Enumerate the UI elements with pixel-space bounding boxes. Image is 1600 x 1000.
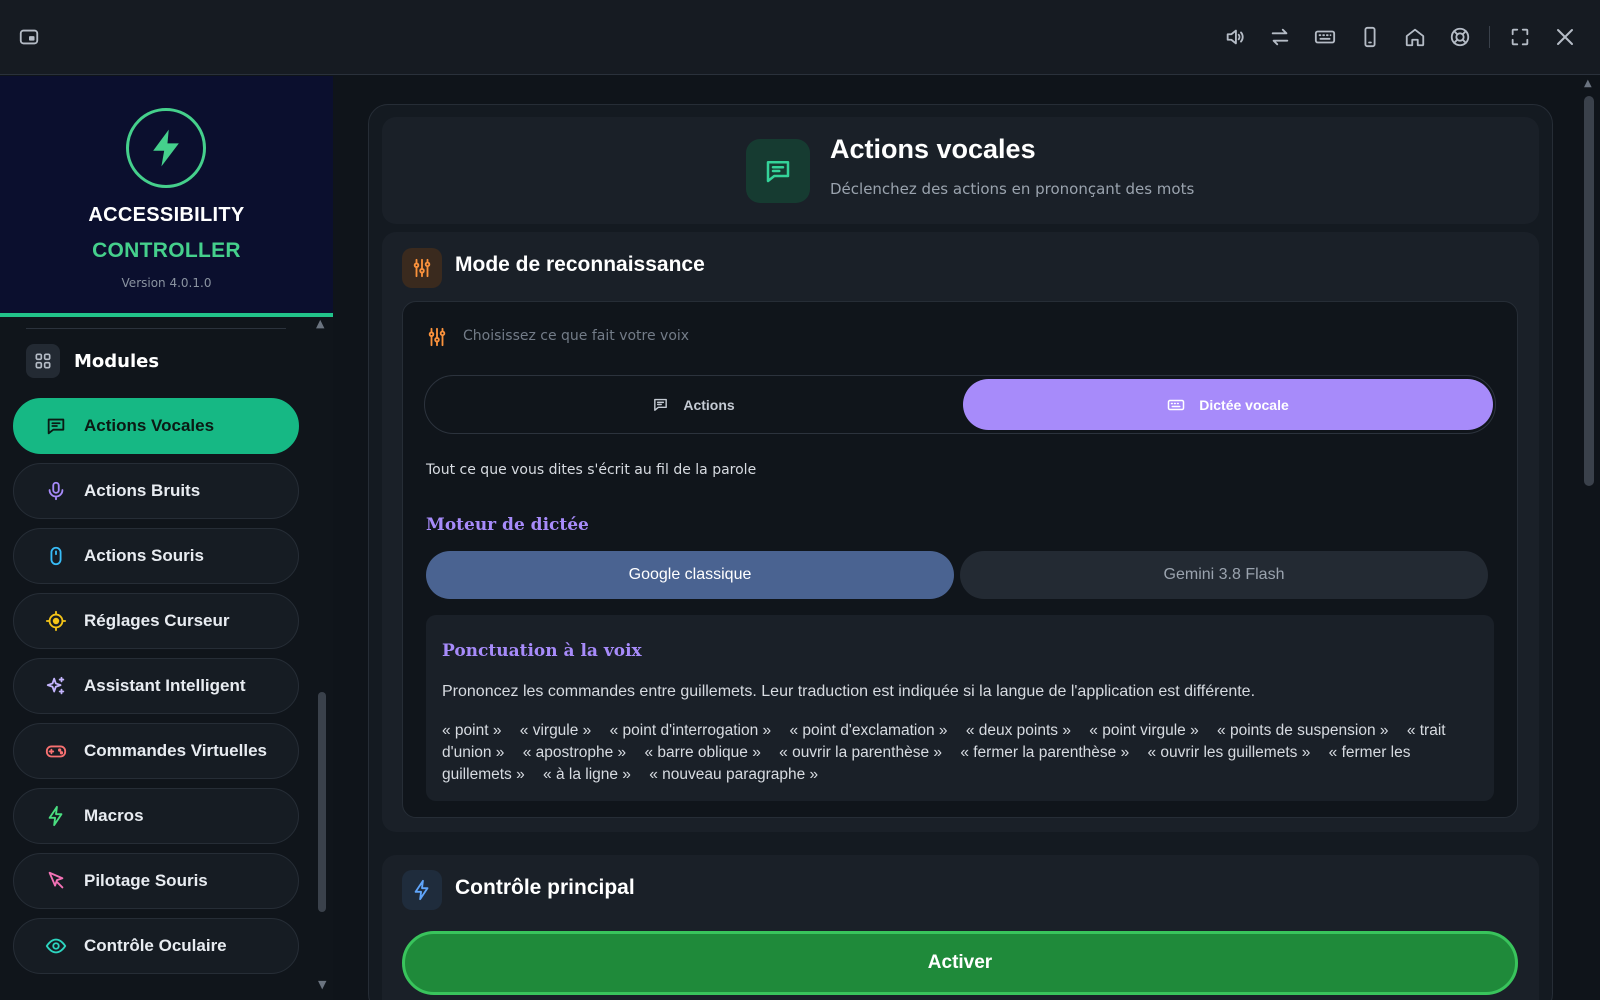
mode-actions-button[interactable]: Actions <box>428 379 958 430</box>
main-control-title: Contrôle principal <box>455 876 635 899</box>
punctuation-command: « points de suspension » <box>1217 722 1389 739</box>
punctuation-command: « ouvrir les guillemets » <box>1147 744 1311 761</box>
scroll-down-arrow-icon[interactable]: ▼ <box>318 978 326 991</box>
sidebar-item-label: Contrôle Oculaire <box>84 936 227 955</box>
modules-label: Modules <box>74 350 160 372</box>
bolt-icon <box>44 804 68 828</box>
punctuation-command: « à la ligne » <box>543 766 631 783</box>
mode-description: Tout ce que vous dites s'écrit au fil de… <box>426 462 757 478</box>
punctuation-command: « ouvrir la parenthèse » <box>779 744 942 761</box>
sidebar-item-actions-vocales[interactable]: Actions Vocales <box>13 398 299 454</box>
mode-toggle: Actions Dictée vocale <box>424 375 1496 434</box>
message-icon <box>44 414 68 438</box>
brand-subtitle: CONTROLLER <box>92 239 241 262</box>
pointer-icon <box>44 869 68 893</box>
fullscreen-icon[interactable] <box>1505 22 1535 52</box>
sidebar-item-label: Commandes Virtuelles <box>84 741 267 760</box>
modules-heading: Modules <box>26 344 159 378</box>
punctuation-command: « barre oblique » <box>644 744 761 761</box>
sliders-icon <box>402 248 442 288</box>
activate-button[interactable]: Activer <box>402 931 1518 995</box>
main-scroll-up-icon[interactable]: ▲ <box>1584 78 1592 89</box>
punctuation-command: « point d'interrogation » <box>609 722 772 739</box>
keyboard-icon[interactable] <box>1310 22 1340 52</box>
engine-google-button[interactable]: Google classique <box>426 551 954 599</box>
punctuation-command: « nouveau paragraphe » <box>649 766 819 783</box>
grid-icon <box>26 344 60 378</box>
eye-icon <box>44 934 68 958</box>
punctuation-command: « virgule » <box>519 722 592 739</box>
sidebar-item-label: Assistant Intelligent <box>84 676 246 695</box>
recognition-mode-title: Mode de reconnaissance <box>455 253 705 276</box>
sliders-icon <box>426 326 448 348</box>
punctuation-command: « fermer la parenthèse » <box>960 744 1130 761</box>
sparkles-icon <box>44 674 68 698</box>
keyboard-icon <box>1167 396 1185 414</box>
dictation-engine-title: Moteur de dictée <box>426 515 589 535</box>
mode-actions-label: Actions <box>683 396 735 413</box>
mode-helper-text: Choisissez ce que fait votre voix <box>463 328 690 344</box>
help-icon[interactable] <box>1445 22 1475 52</box>
sidebar-item-label: Actions Souris <box>84 546 204 565</box>
brand-header: ACCESSIBILITY CONTROLLER Version 4.0.1.0 <box>0 76 333 317</box>
window-controls <box>1205 22 1580 52</box>
sidebar-scrollbar[interactable] <box>318 692 326 912</box>
mode-dictation-button[interactable]: Dictée vocale <box>963 379 1493 430</box>
phone-icon[interactable] <box>1355 22 1385 52</box>
sidebar-item-pilotage-souris[interactable]: Pilotage Souris <box>13 853 299 909</box>
brand-title: ACCESSIBILITY <box>88 204 245 226</box>
punctuation-title: Ponctuation à la voix <box>442 641 642 661</box>
volume-icon[interactable] <box>1220 22 1250 52</box>
scroll-up-arrow-icon[interactable]: ▲ <box>316 317 324 330</box>
message-icon <box>651 396 669 414</box>
page-title: Actions vocales <box>830 134 1036 164</box>
punctuation-description: Prononcez les commandes entre guillemets… <box>442 683 1256 700</box>
mode-dictation-label: Dictée vocale <box>1199 396 1289 413</box>
lightning-logo-icon <box>126 108 206 188</box>
mic-icon <box>44 479 68 503</box>
sidebar-item-label: Pilotage Souris <box>84 871 208 890</box>
sidebar-item-label: Actions Bruits <box>84 481 201 500</box>
gamepad-icon <box>44 739 68 763</box>
page-subtitle: Déclenchez des actions en prononçant des… <box>830 180 1195 198</box>
punctuation-commands: « point » « virgule » « point d'interrog… <box>442 720 1452 786</box>
toolbar-separator <box>1489 26 1490 48</box>
title-bar <box>0 0 1600 75</box>
sidebar-item-reglages-curseur[interactable]: Réglages Curseur <box>13 593 299 649</box>
sidebar-item-label: Macros <box>84 806 144 825</box>
punctuation-command: « apostrophe » <box>522 744 627 761</box>
sidebar-item-label: Réglages Curseur <box>84 611 230 630</box>
mouse-icon <box>44 544 68 568</box>
punctuation-command: « point virgule » <box>1089 722 1199 739</box>
sidebar-item-macros[interactable]: Macros <box>13 788 299 844</box>
module-nav: Actions Vocales Actions Bruits Actions S… <box>13 398 299 983</box>
engine-gemini-button[interactable]: Gemini 3.8 Flash <box>960 551 1488 599</box>
sidebar-item-commandes-virtuelles[interactable]: Commandes Virtuelles <box>13 723 299 779</box>
version-label: Version 4.0.1.0 <box>121 276 212 290</box>
main-scrollbar[interactable] <box>1584 96 1594 486</box>
sidebar-item-assistant-intelligent[interactable]: Assistant Intelligent <box>13 658 299 714</box>
crosshair-icon <box>44 609 68 633</box>
sidebar-item-actions-souris[interactable]: Actions Souris <box>13 528 299 584</box>
swap-icon[interactable] <box>1265 22 1295 52</box>
sidebar-divider <box>26 328 286 329</box>
bolt-icon <box>402 870 442 910</box>
close-icon[interactable] <box>1550 22 1580 52</box>
pip-icon[interactable] <box>18 26 42 50</box>
punctuation-command: « point d'exclamation » <box>789 722 948 739</box>
punctuation-command: « deux points » <box>965 722 1071 739</box>
punctuation-command: « point » <box>442 722 502 739</box>
sidebar-item-actions-bruits[interactable]: Actions Bruits <box>13 463 299 519</box>
sidebar-item-label: Actions Vocales <box>84 416 215 435</box>
home-icon[interactable] <box>1400 22 1430 52</box>
sidebar-item-controle-oculaire[interactable]: Contrôle Oculaire <box>13 918 299 974</box>
sidebar: ACCESSIBILITY CONTROLLER Version 4.0.1.0… <box>0 76 333 1000</box>
message-icon <box>746 139 810 203</box>
